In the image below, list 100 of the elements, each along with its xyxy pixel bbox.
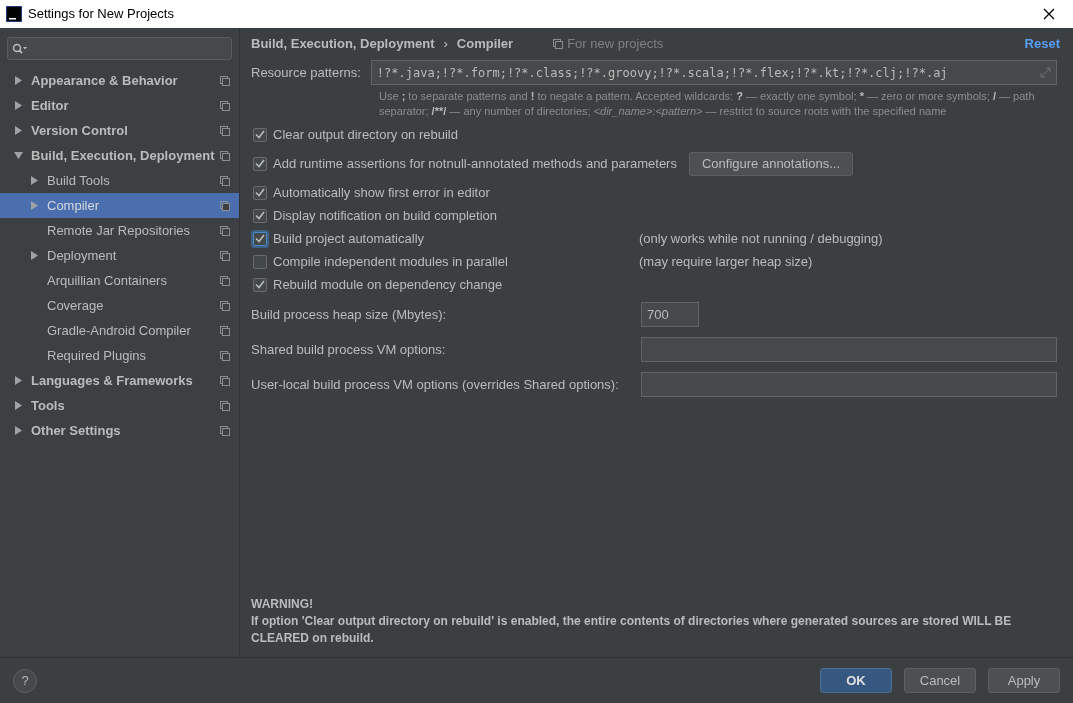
tree-item[interactable]: Gradle-Android Compiler [0, 318, 239, 343]
tree-item-label: Tools [31, 396, 66, 415]
warning-text: If option 'Clear output directory on rebuild' is enabled, the entire contents of directories where generated sources are stored WILL BE CLEARED on rebuild. [251, 613, 1013, 647]
input-field[interactable] [641, 372, 1057, 397]
breadcrumb-separator: › [443, 35, 448, 54]
tree-item-label: Gradle-Android Compiler [47, 321, 192, 340]
check-icon [255, 211, 265, 220]
scope-label: For new projects [567, 35, 664, 54]
reset-link[interactable]: Reset [1024, 34, 1060, 54]
tree-item-label: Remote Jar Repositories [47, 221, 192, 240]
tree-item-label: Coverage [47, 296, 105, 315]
checkbox-label: Compile independent modules in parallel [273, 252, 509, 271]
copy-icon [220, 375, 230, 386]
field-label: User-local build process VM options (overrides Shared options): [251, 375, 620, 394]
tree-item[interactable]: Tools [0, 393, 239, 418]
copy-icon [220, 425, 230, 436]
dialog-button[interactable]: Apply [988, 668, 1060, 693]
checkbox[interactable] [253, 254, 267, 269]
tree-item[interactable]: Coverage [0, 293, 239, 318]
breadcrumb: Compiler [456, 35, 514, 54]
copy-icon [220, 225, 230, 236]
field-label: Resource patterns: [251, 63, 361, 82]
search-icon [12, 42, 28, 55]
checkbox[interactable] [253, 127, 267, 142]
tree-item[interactable]: Deployment [0, 243, 239, 268]
breadcrumb: Build, Execution, Deployment [251, 35, 435, 54]
tree-item-label: Appearance & Behavior [31, 71, 179, 90]
copy-icon [220, 400, 230, 411]
tree-item[interactable]: Compiler [0, 193, 239, 218]
tree-item-label: Deployment [47, 246, 118, 265]
collapsed-arrow-icon[interactable] [14, 426, 23, 435]
tree-item-label: Build, Execution, Deployment [31, 146, 216, 165]
copy-icon [220, 125, 230, 136]
check-icon [255, 159, 265, 168]
help-button[interactable]: ? [13, 668, 37, 693]
dialog-button[interactable]: OK [820, 668, 892, 693]
copy-icon [553, 39, 564, 49]
checkbox[interactable] [253, 277, 267, 292]
checkbox-label: Build project automatically [273, 229, 426, 248]
copy-icon [220, 325, 230, 336]
copy-icon [220, 175, 230, 186]
window-title: Settings for New Projects [28, 5, 175, 24]
tree-item[interactable]: Required Plugins [0, 343, 239, 368]
search-field[interactable] [7, 37, 232, 60]
tree-item[interactable]: Remote Jar Repositories [0, 218, 239, 243]
check-icon [255, 130, 265, 139]
tree-item[interactable]: Languages & Frameworks [0, 368, 239, 393]
tree-item[interactable]: Other Settings [0, 418, 239, 443]
tree-item-label: Version Control [31, 121, 129, 140]
tree-item-label: Arquillian Containers [47, 271, 168, 290]
close-icon[interactable] [1043, 8, 1055, 20]
configure-annotations-button[interactable]: Configure annotations... [688, 151, 853, 176]
tree-item[interactable]: Build Tools [0, 168, 239, 193]
dialog-button[interactable]: Cancel [904, 668, 976, 693]
collapsed-arrow-icon[interactable] [14, 401, 23, 410]
tree-item[interactable]: Version Control [0, 118, 239, 143]
copy-icon [220, 100, 230, 111]
checkbox[interactable] [253, 156, 267, 171]
checkbox[interactable] [253, 208, 267, 223]
copy-icon [220, 150, 230, 161]
collapsed-arrow-icon[interactable] [14, 101, 23, 110]
check-icon [255, 234, 265, 243]
tree-item-label: Required Plugins [47, 346, 147, 365]
check-icon [255, 188, 265, 197]
option-note: (only works while not running / debugging) [639, 229, 883, 248]
copy-icon [220, 275, 230, 286]
tree-item-label: Other Settings [31, 421, 122, 440]
collapsed-arrow-icon[interactable] [14, 376, 23, 385]
checkbox-label: Automatically show first error in editor [273, 183, 491, 202]
tree-item[interactable]: Appearance & Behavior [0, 68, 239, 93]
app-logo-icon [6, 6, 22, 22]
copy-icon [220, 200, 230, 211]
collapsed-arrow-icon[interactable] [30, 251, 39, 260]
collapsed-arrow-icon[interactable] [14, 126, 23, 135]
collapsed-arrow-icon[interactable] [14, 76, 23, 85]
tree-item[interactable]: Editor [0, 93, 239, 118]
tree-item-label: Compiler [47, 196, 100, 215]
checkbox[interactable] [253, 231, 267, 246]
checkbox-label: Clear output directory on rebuild [273, 125, 459, 144]
check-icon [255, 280, 265, 289]
checkbox-label: Display notification on build completion [273, 206, 498, 225]
resource-patterns-field[interactable]: !?*.java;!?*.form;!?*.class;!?*.groovy;!?*.scala;!?*.flex;!?*.kt;!?*.clj;!?*.aj [370, 60, 1057, 85]
resource-patterns-hint: Use ; to separate patterns and ! to negate a pattern. Accepted wildcards: ? — exactly one symbol; * — zero or more symbols; / — path separator; /**/ — any number of directories; <dir_name>:<pattern> — restrict to source roots with the specified name [379, 89, 1036, 119]
input-field[interactable]: 700 [641, 302, 699, 327]
tree-item[interactable]: Build, Execution, Deployment [0, 143, 239, 168]
field-label: Build process heap size (Mbytes): [251, 305, 448, 324]
tree-item-label: Build Tools [47, 171, 111, 190]
copy-icon [220, 75, 230, 86]
expanded-arrow-icon[interactable] [14, 151, 23, 160]
field-label: Shared build process VM options: [251, 340, 447, 359]
checkbox[interactable] [253, 185, 267, 200]
copy-icon [220, 300, 230, 311]
collapsed-arrow-icon[interactable] [30, 176, 39, 185]
option-note: (may require larger heap size) [639, 252, 813, 271]
tree-item-label: Editor [31, 96, 70, 115]
checkbox-label: Rebuild module on dependency change [273, 275, 504, 294]
checkbox-label: Add runtime assertions for notnull-annotated methods and parameters [273, 154, 677, 173]
tree-item[interactable]: Arquillian Containers [0, 268, 239, 293]
copy-icon [220, 250, 230, 261]
input-field[interactable] [641, 337, 1057, 362]
